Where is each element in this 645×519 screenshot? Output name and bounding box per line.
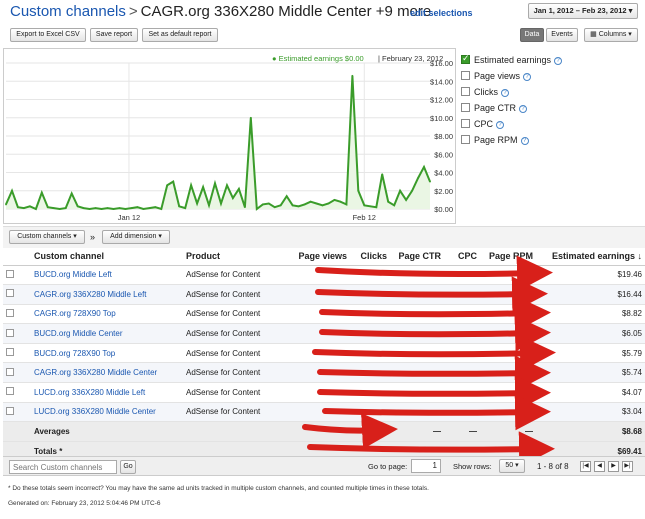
redaction-arrow (319, 315, 551, 352)
next-page-icon[interactable]: ▶ (608, 461, 619, 472)
generated-timestamp: Generated on: February 23, 2012 5:04:46 … (8, 500, 161, 507)
first-page-icon[interactable]: |◀ (580, 461, 591, 472)
redaction-arrow (319, 295, 551, 332)
redaction-arrow (317, 375, 551, 412)
redaction-arrow (312, 335, 556, 372)
page-number-input[interactable]: 1 (411, 459, 441, 473)
totals-note: * Do these totals seem incorrect? You ma… (8, 485, 429, 492)
previous-page-icon[interactable]: ◀ (594, 461, 605, 472)
search-channels-input[interactable] (9, 460, 117, 474)
redaction-arrow (322, 394, 551, 431)
last-page-icon[interactable]: ▶| (622, 461, 633, 472)
pagination-bar: Go Go to page: 1 Show rows: 50 ▾ 1 - 8 o… (3, 456, 645, 476)
redaction-arrow (302, 413, 398, 449)
redaction-arrow (315, 255, 553, 292)
redaction-arrow (315, 276, 548, 313)
show-rows-label: Show rows: (453, 462, 492, 471)
result-range: 1 - 8 of 8 (537, 462, 569, 471)
goto-page-label: Go to page: (368, 462, 408, 471)
rows-per-page-select[interactable]: 50 ▾ (499, 459, 525, 473)
redaction-arrow (317, 355, 551, 392)
redaction-overlay (302, 255, 556, 468)
search-go-button[interactable]: Go (120, 460, 136, 474)
redaction-arrow (307, 431, 555, 468)
